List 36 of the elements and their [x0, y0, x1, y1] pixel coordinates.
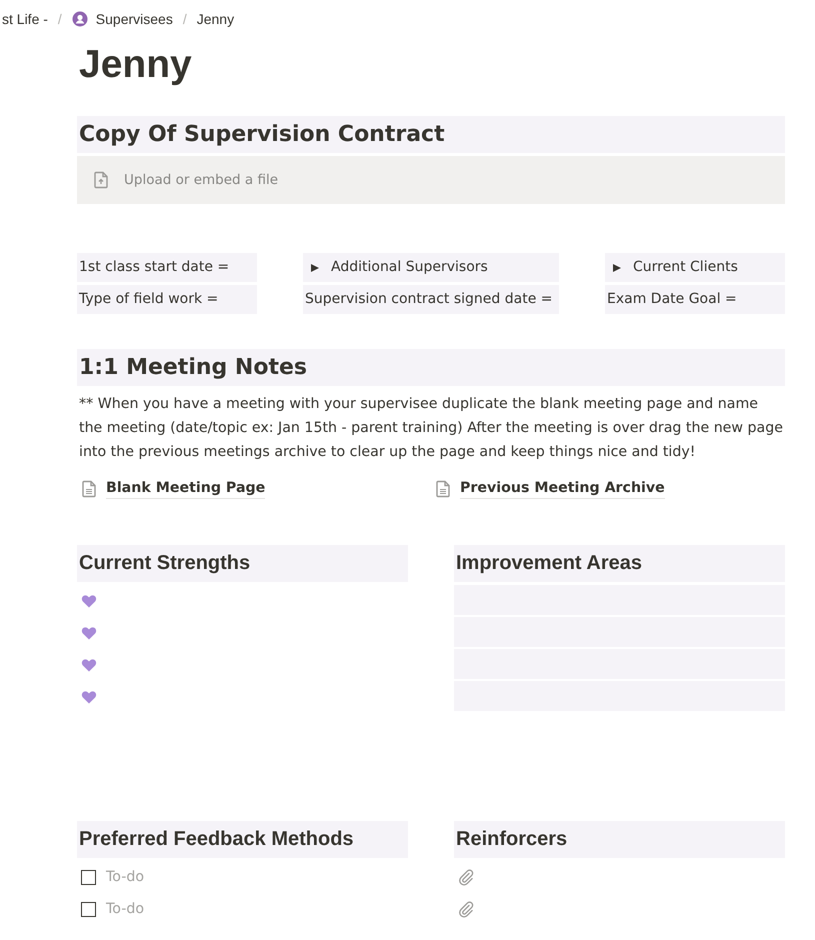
section-heading: 1:1 Meeting Notes	[77, 349, 785, 386]
property-label: Type of field work =	[77, 285, 257, 314]
heart-icon	[81, 593, 97, 609]
property-label: 1st class start date =	[77, 253, 257, 282]
section-heading: Reinforcers	[454, 821, 785, 858]
toggle-block[interactable]: Current Clients	[605, 253, 785, 282]
section-heading: Improvement Areas	[454, 545, 785, 582]
page-link[interactable]: Blank Meeting Page	[106, 478, 266, 499]
page-title: Jenny	[79, 42, 193, 88]
person-icon	[72, 11, 88, 27]
heart-icon	[81, 625, 97, 641]
page-link[interactable]: Previous Meeting Archive	[460, 478, 665, 499]
breadcrumb-separator: /	[58, 11, 62, 27]
instructions-paragraph: ** When you have a meeting with your supervisee duplicate the blank meeting page and name the meeting (date/topic ex: Jan 15th - parent training) After the meeting is over drag the new page into the previous meetings archive to clear up the page and keep things nice and tidy!	[79, 395, 784, 462]
heart-icon	[81, 657, 97, 673]
page-icon	[435, 480, 451, 498]
paperclip-icon	[458, 900, 475, 918]
breadcrumb-link[interactable]: Jenny	[194, 11, 236, 27]
property-label: Supervision contract signed date =	[303, 285, 559, 314]
toggle-block[interactable]: Additional Supervisors	[303, 253, 559, 282]
breadcrumb-separator: /	[182, 11, 187, 27]
section-heading: Current Strengths	[77, 545, 408, 582]
breadcrumb-link[interactable]: Supervisees	[70, 11, 175, 27]
toggle-label: Current Clients	[633, 258, 738, 277]
upload-label: Upload or embed a file	[124, 172, 278, 188]
toggle-label: Additional Supervisors	[331, 258, 488, 277]
checkbox[interactable]	[81, 870, 96, 884]
checkbox[interactable]	[81, 902, 96, 916]
file-upload-icon	[93, 171, 109, 189]
heart-icon	[81, 689, 97, 705]
breadcrumb-link[interactable]: st Life -	[0, 11, 50, 27]
paperclip-icon	[458, 868, 475, 886]
page-icon	[81, 480, 97, 498]
section-heading: Copy Of Supervision Contract	[77, 116, 785, 153]
section-heading: Preferred Feedback Methods	[77, 821, 408, 858]
property-label: Exam Date Goal =	[605, 285, 785, 314]
